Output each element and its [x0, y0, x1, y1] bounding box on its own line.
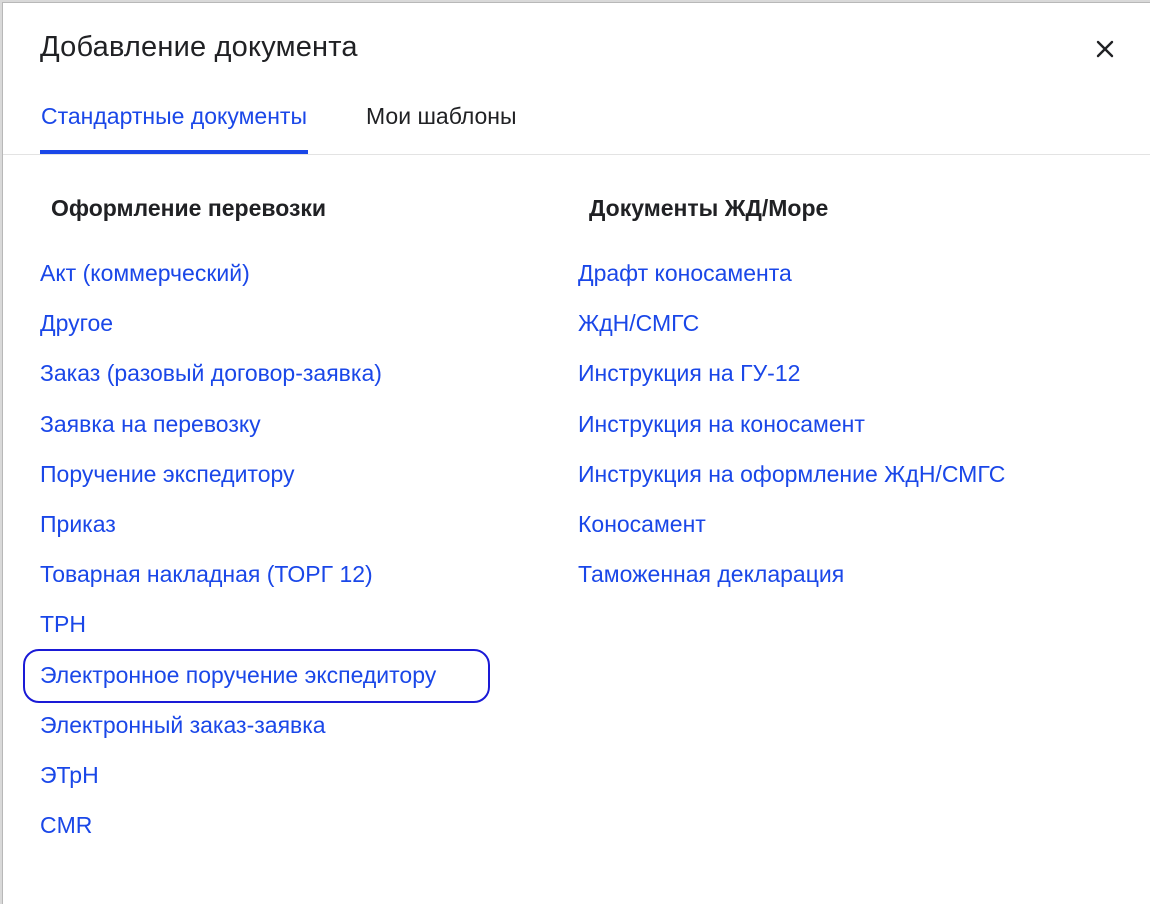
document-link[interactable]: CMR [40, 807, 436, 857]
rail-sea-documents-list: Драфт коносамента ЖдН/СМГС Инструкция на… [578, 255, 1005, 606]
document-link-label: Таможенная декларация [578, 561, 845, 588]
document-link[interactable]: Заказ (разовый договор-заявка) [40, 355, 436, 405]
document-link[interactable]: Товарная накладная (ТОРГ 12) [40, 556, 436, 606]
document-link-label: ЭТрН [40, 761, 99, 788]
document-link[interactable]: Инструкция на ГУ-12 [578, 355, 1005, 405]
document-link-label: Приказ [40, 510, 116, 537]
document-link-label: Электронное поручение экспедитору [40, 661, 437, 688]
document-link[interactable]: Другое [40, 305, 436, 355]
document-link-label: Драфт коносамента [578, 260, 792, 286]
document-link[interactable]: ЖдН/СМГС [578, 305, 1005, 355]
document-link[interactable]: Поручение экспедитору [40, 456, 436, 506]
page-background: Добавление документа Стандартные докумен… [0, 0, 1150, 904]
tab-my-templates[interactable]: Мои шаблоны [366, 95, 517, 154]
document-link-label: ТРН [40, 611, 86, 638]
transport-documents-list: Акт (коммерческий) Другое Заказ (разовый… [23, 255, 490, 857]
document-link-label: Поручение экспедитору [40, 460, 295, 487]
close-icon [1096, 40, 1114, 58]
document-link[interactable]: Инструкция на коносамент [578, 406, 1005, 456]
section-heading-rail-sea: Документы ЖД/Море [589, 195, 829, 221]
section-heading-transport: Оформление перевозки [51, 195, 327, 221]
document-link[interactable]: Заявка на перевозку [40, 406, 436, 456]
document-link-label: Заказ (разовый договор-заявка) [40, 360, 382, 387]
document-link[interactable]: ЭТрН [40, 757, 436, 807]
document-link-label: Электронный заказ-заявка [40, 711, 326, 738]
document-link-label: Заявка на перевозку [40, 410, 261, 437]
tab-bar: Стандартные документы Мои шаблоны [3, 95, 1150, 155]
document-link-label: Другое [40, 310, 114, 337]
document-link-label: Акт (коммерческий) [40, 260, 250, 286]
document-link-label: Товарная накладная (ТОРГ 12) [40, 561, 373, 588]
document-link[interactable]: ТРН [40, 606, 436, 656]
tab-standard-documents[interactable]: Стандартные документы [40, 95, 308, 154]
document-link-label: Коносамент [578, 510, 706, 537]
document-link-label: CMR [40, 812, 93, 839]
document-link[interactable]: Драфт коносамента [578, 255, 1005, 305]
document-link[interactable]: Приказ [40, 506, 436, 556]
document-link-label: ЖдН/СМГС [578, 310, 700, 337]
document-link-label: Инструкция на коносамент [578, 410, 865, 437]
document-link[interactable]: Коносамент [578, 506, 1005, 556]
document-link-label: Инструкция на оформление ЖдН/СМГС [578, 460, 1006, 487]
document-link-label: Инструкция на ГУ-12 [578, 360, 801, 387]
document-link-highlighted[interactable]: Электронное поручение экспедитору [23, 648, 490, 707]
document-link[interactable]: Акт (коммерческий) [40, 255, 436, 305]
document-link[interactable]: Инструкция на оформление ЖдН/СМГС [578, 456, 1005, 506]
add-document-dialog: Добавление документа Стандартные докумен… [2, 2, 1150, 904]
dialog-title: Добавление документа [40, 31, 358, 63]
close-button[interactable] [1089, 33, 1121, 65]
document-link[interactable]: Таможенная декларация [578, 556, 1005, 606]
document-link[interactable]: Электронный заказ-заявка [40, 707, 436, 757]
